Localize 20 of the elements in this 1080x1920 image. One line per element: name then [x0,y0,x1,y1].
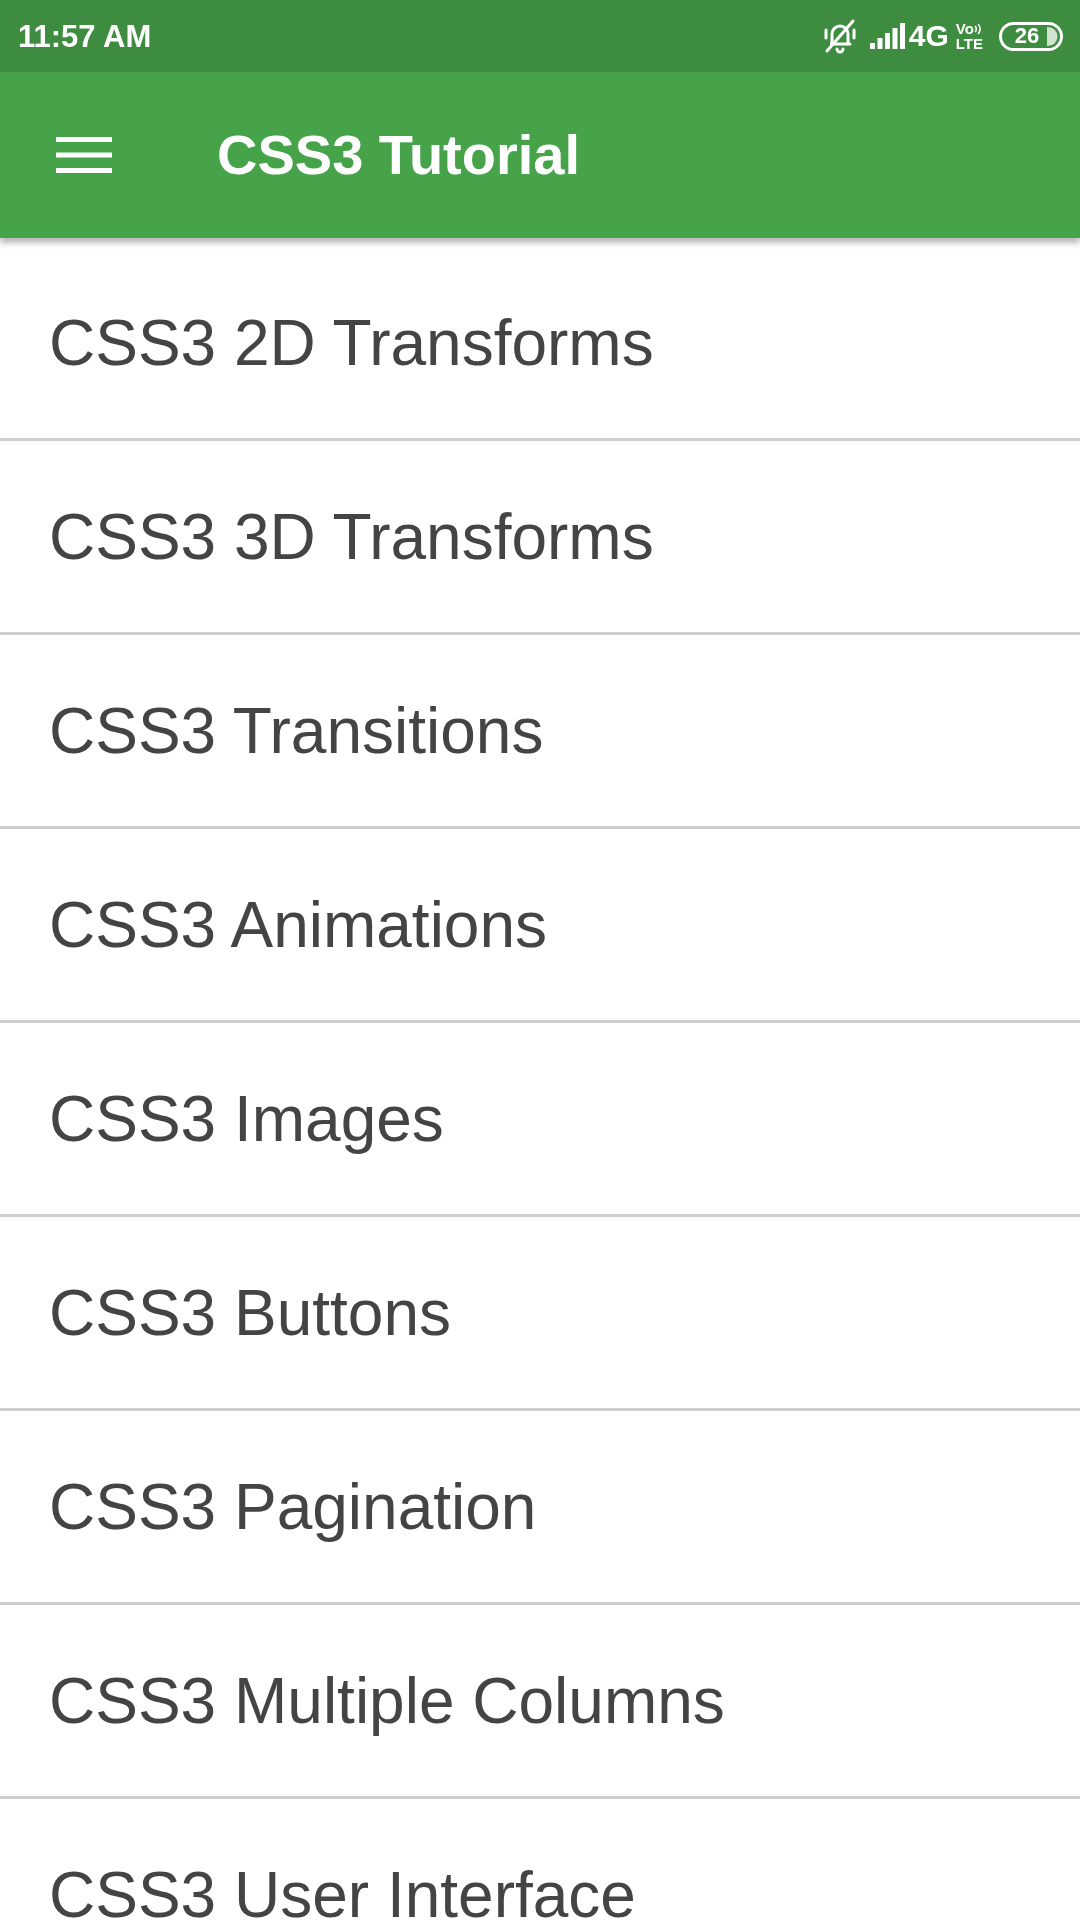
list-item[interactable]: CSS3 Images [0,1023,1080,1217]
app-title: CSS3 Tutorial [217,127,580,183]
list-item[interactable]: CSS3 User Interface [0,1799,1080,1920]
list-item[interactable]: CSS3 Pagination [0,1411,1080,1605]
signal-icon [869,23,905,49]
list-item[interactable]: CSS3 Buttons [0,1217,1080,1411]
list-item[interactable]: CSS3 3D Transforms [0,441,1080,635]
battery-level: 26 [1014,25,1040,47]
volte-label: LTE [955,36,983,51]
menu-icon [56,137,112,173]
battery-icon [999,21,1063,51]
list-item[interactable]: CSS3 Animations [0,829,1080,1023]
network-type: 4G [908,21,949,51]
list-item[interactable]: CSS3 Multiple Columns [0,1605,1080,1799]
sound-wave-icon [973,22,982,35]
status-time: 11:57 AM [18,20,152,52]
volte-label: Vo [955,21,974,36]
list-item[interactable]: CSS3 Transitions [0,635,1080,829]
menu-button[interactable] [56,137,112,173]
list-item[interactable]: CSS3 2D Transforms [0,247,1080,441]
